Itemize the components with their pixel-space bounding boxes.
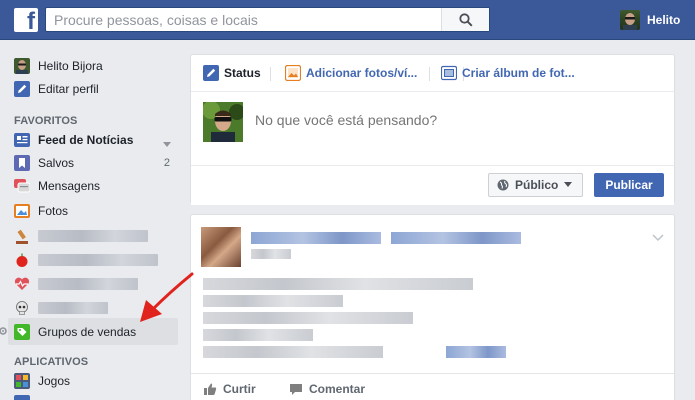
tab-add-photos[interactable]: Adicionar fotos/ví... bbox=[285, 65, 417, 81]
sidebar-edit-profile-label: Editar perfil bbox=[38, 82, 99, 96]
redacted-label bbox=[38, 230, 148, 242]
redacted-link bbox=[446, 346, 506, 358]
redacted-text bbox=[203, 312, 413, 324]
sidebar-item-news-feed[interactable]: Feed de Notícias bbox=[14, 129, 133, 151]
photo-add-icon bbox=[285, 65, 301, 81]
composer-footer: Público Publicar bbox=[191, 165, 674, 205]
news-feed-options-icon[interactable] bbox=[163, 137, 171, 151]
sidebar-item-label: Feed de Notícias bbox=[38, 133, 134, 147]
redacted-text bbox=[203, 346, 383, 358]
top-profile-link[interactable]: Helito bbox=[620, 9, 680, 31]
redacted-author bbox=[251, 232, 381, 244]
redacted-label bbox=[38, 302, 108, 314]
sidebar-item-photos[interactable]: Fotos bbox=[14, 200, 68, 222]
privacy-selector[interactable]: Público bbox=[488, 173, 583, 197]
sidebar-item-games[interactable]: Jogos bbox=[14, 370, 70, 392]
gear-icon[interactable] bbox=[0, 325, 9, 340]
sidebar-item-blurred[interactable] bbox=[14, 249, 158, 271]
logo-letter: f bbox=[27, 8, 35, 35]
saved-count-badge: 2 bbox=[163, 157, 170, 169]
search-box bbox=[45, 7, 490, 32]
pencil-icon bbox=[203, 65, 219, 81]
comment-icon bbox=[290, 384, 302, 395]
edit-profile-icon bbox=[14, 81, 30, 97]
chevron-down-icon bbox=[564, 182, 573, 187]
redacted-label bbox=[38, 278, 138, 290]
apple-icon bbox=[14, 252, 30, 268]
apps-section-title: APLICATIVOS bbox=[14, 356, 89, 368]
tab-divider bbox=[429, 67, 430, 81]
bookmark-icon bbox=[14, 155, 30, 171]
favorites-section-title: FAVORITOS bbox=[14, 115, 78, 127]
composer-tabs: Status Adicionar fotos/ví... Criar álbum… bbox=[191, 55, 674, 91]
top-navigation-bar: f Helito bbox=[0, 0, 695, 40]
like-label: Curtir bbox=[223, 382, 256, 396]
sidebar-profile-link[interactable]: Helito Bijora bbox=[14, 55, 103, 77]
tab-label: Criar álbum de fot... bbox=[462, 66, 575, 80]
skull-icon bbox=[14, 300, 30, 316]
sidebar-edit-profile[interactable]: Editar perfil bbox=[14, 78, 99, 100]
avatar bbox=[202, 101, 245, 142]
album-icon bbox=[441, 65, 457, 81]
sidebar-item-blurred[interactable] bbox=[14, 273, 138, 295]
redacted-text bbox=[203, 278, 473, 290]
sidebar-item-saved[interactable]: Salvos bbox=[14, 152, 74, 174]
composer-body bbox=[191, 91, 674, 163]
post-actions-bar: Curtir Comentar bbox=[191, 373, 674, 400]
like-icon bbox=[204, 383, 217, 395]
post-composer: Status Adicionar fotos/ví... Criar álbum… bbox=[190, 54, 675, 205]
search-icon bbox=[458, 12, 473, 27]
comment-button[interactable]: Comentar bbox=[289, 382, 365, 396]
sidebar-item-blurred[interactable] bbox=[14, 297, 108, 319]
redacted-timestamp bbox=[251, 249, 291, 259]
facebook-logo[interactable]: f bbox=[14, 8, 38, 35]
status-input[interactable] bbox=[255, 112, 635, 128]
partial-sidebar-icon bbox=[14, 395, 30, 400]
top-user-name: Helito bbox=[647, 13, 681, 27]
redacted-label bbox=[38, 254, 158, 266]
like-button[interactable]: Curtir bbox=[203, 382, 256, 396]
post-options-icon[interactable] bbox=[652, 231, 664, 245]
tab-divider bbox=[270, 67, 271, 81]
sale-tag-icon bbox=[14, 324, 30, 340]
tab-label: Status bbox=[224, 66, 261, 80]
left-sidebar: Helito Bijora Editar perfil FAVORITOS Fe… bbox=[0, 40, 190, 400]
sidebar-item-label: Mensagens bbox=[38, 179, 101, 193]
redacted-author bbox=[391, 232, 521, 244]
photos-icon bbox=[14, 203, 30, 219]
sidebar-item-sales-groups[interactable]: Grupos de vendas bbox=[14, 321, 136, 343]
privacy-label: Público bbox=[515, 178, 559, 192]
tab-status[interactable]: Status bbox=[203, 65, 261, 81]
tab-label: Adicionar fotos/ví... bbox=[306, 66, 418, 80]
sidebar-profile-name: Helito Bijora bbox=[38, 59, 103, 73]
sidebar-item-blurred[interactable] bbox=[14, 225, 148, 247]
feed-post: Curtir Comentar bbox=[190, 214, 675, 400]
search-input[interactable] bbox=[46, 8, 446, 31]
games-icon bbox=[14, 373, 30, 389]
sidebar-item-label: Fotos bbox=[38, 204, 69, 218]
sidebar-item-messages[interactable]: Mensagens bbox=[14, 175, 100, 197]
tab-create-album[interactable]: Criar álbum de fot... bbox=[441, 65, 575, 81]
messages-icon bbox=[14, 178, 30, 194]
publish-button[interactable]: Publicar bbox=[594, 173, 664, 197]
profile-avatar bbox=[14, 58, 30, 74]
news-feed-icon bbox=[14, 132, 30, 148]
sidebar-item-label: Salvos bbox=[38, 156, 75, 170]
redacted-text bbox=[203, 295, 343, 307]
gavel-icon bbox=[14, 228, 30, 244]
avatar bbox=[620, 10, 640, 30]
heart-icon bbox=[14, 276, 30, 292]
search-button[interactable] bbox=[441, 8, 489, 31]
sidebar-item-label: Grupos de vendas bbox=[38, 325, 137, 339]
comment-label: Comentar bbox=[309, 382, 366, 396]
post-author-avatar[interactable] bbox=[201, 227, 241, 267]
globe-icon bbox=[497, 179, 509, 191]
redacted-text bbox=[203, 329, 313, 341]
sidebar-item-label: Jogos bbox=[38, 374, 71, 388]
